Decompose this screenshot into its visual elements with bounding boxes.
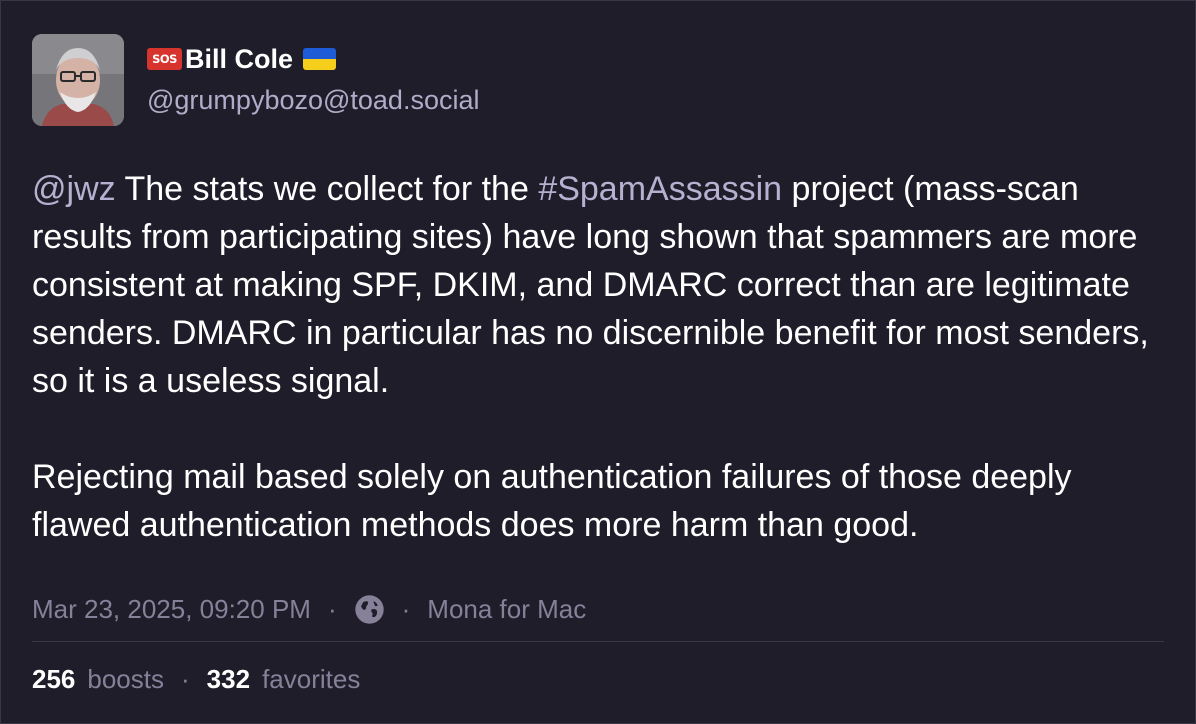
post-text: The stats we collect for the xyxy=(115,170,539,208)
post-paragraph-1: @jwz The stats we collect for the #SpamA… xyxy=(32,165,1167,405)
separator: · xyxy=(327,593,337,624)
avatar[interactable] xyxy=(32,34,124,126)
globe-icon xyxy=(354,594,385,625)
post-card: SOS Bill Cole @grumpybozo@toad.social @j… xyxy=(0,0,1196,724)
separator: · xyxy=(181,663,190,694)
hashtag-link[interactable]: #SpamAssassin xyxy=(538,170,782,208)
sos-badge-icon: SOS xyxy=(147,48,182,70)
post-timestamp[interactable]: Mar 23, 2025, 09:20 PM xyxy=(32,594,311,625)
mention-link[interactable]: @jwz xyxy=(32,170,116,208)
boosts-count[interactable]: 256 xyxy=(32,664,75,695)
separator: · xyxy=(401,593,411,624)
display-name[interactable]: Bill Cole xyxy=(185,44,293,75)
display-name-row[interactable]: SOS Bill Cole xyxy=(147,39,337,79)
divider xyxy=(32,641,1164,642)
ukraine-flag-icon xyxy=(303,48,337,70)
boosts-label[interactable]: boosts xyxy=(87,664,164,695)
post-stats: 256 boosts · 332 favorites xyxy=(32,659,360,699)
post-meta: Mar 23, 2025, 09:20 PM · · Mona for Mac xyxy=(32,589,586,629)
favorites-count[interactable]: 332 xyxy=(207,664,250,695)
client-name: Mona for Mac xyxy=(427,593,587,624)
post-content: @jwz The stats we collect for the #SpamA… xyxy=(32,165,1167,549)
favorites-label[interactable]: favorites xyxy=(262,664,360,695)
avatar-image xyxy=(32,34,124,126)
account-handle[interactable]: @grumpybozo@toad.social xyxy=(147,85,479,116)
post-paragraph-2: Rejecting mail based solely on authentic… xyxy=(32,458,1072,544)
